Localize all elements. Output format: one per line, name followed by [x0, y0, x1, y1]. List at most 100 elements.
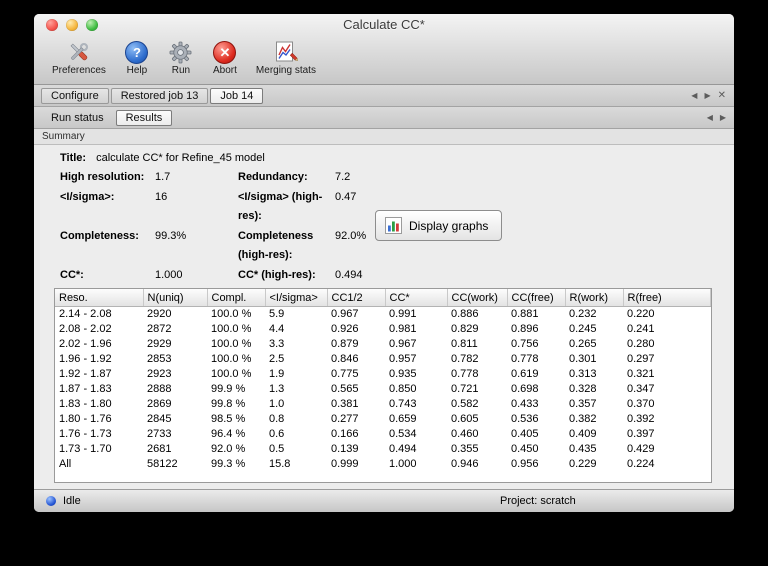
table-cell: 1.92 - 1.87 — [59, 368, 112, 380]
table-row[interactable]: All 58122 99.3 % 15.8 0.999 1.000 0.946 0.956 0.… — [55, 457, 711, 472]
display-graphs-label: Display graphs — [409, 218, 489, 233]
abort-button[interactable]: ✕ Abort — [208, 39, 242, 76]
results-table-header-row: Reso. N(uniq) Compl. <I/sigma> CC1/2 CC* CC(wo… — [55, 289, 711, 307]
desktop-background: Calculate CC* Preferences ? Help Run ✕ A… — [0, 0, 768, 566]
subtab-scroll-right-icon[interactable]: ▶ — [720, 113, 726, 122]
table-cell: 0.166 — [331, 428, 359, 440]
table-cell: 0.756 — [511, 338, 539, 350]
table-cell: 3.3 — [269, 338, 285, 350]
table-cell: 0.967 — [331, 308, 359, 320]
abort-glyph: ✕ — [213, 40, 237, 64]
column-header[interactable]: Compl. — [207, 289, 266, 307]
table-cell: 0.232 — [569, 308, 597, 320]
summary-value: 7.2 — [335, 171, 351, 183]
run-button[interactable]: Run — [164, 39, 198, 76]
table-row[interactable]: 1.76 - 1.73 2733 96.4 % 0.6 0.166 0.534 0.460 0… — [55, 427, 711, 442]
result-tab-controls: ◀ ▶ — [707, 113, 728, 122]
abort-icon: ✕ — [212, 39, 238, 65]
results-panel: Title: calculate CC* for Refine_45 model … — [34, 145, 734, 489]
tab-results[interactable]: Results — [115, 109, 173, 126]
table-cell: 98.5 % — [211, 413, 246, 425]
close-button[interactable] — [46, 19, 58, 31]
table-cell: 0.405 — [511, 428, 539, 440]
table-cell: 0.220 — [627, 308, 655, 320]
table-row[interactable]: 2.08 - 2.02 2872 100.0 % 4.4 0.926 0.981 0.829… — [55, 322, 711, 337]
summary-label: CC* (high-res): — [238, 268, 316, 281]
tab-restored-job-13[interactable]: Restored job 13 — [110, 87, 209, 104]
table-cell: 96.4 % — [211, 428, 246, 440]
table-cell: 0.429 — [627, 443, 655, 455]
zoom-button[interactable] — [86, 19, 98, 31]
table-cell: 0.981 — [389, 323, 417, 335]
results-table-container[interactable]: Reso. N(uniq) Compl. <I/sigma> CC1/2 CC* CC(wo… — [54, 288, 712, 483]
table-cell: 1.80 - 1.76 — [59, 413, 112, 425]
table-row[interactable]: 2.02 - 1.96 2929 100.0 % 3.3 0.879 0.967 0.811… — [55, 337, 711, 352]
table-cell: 0.241 — [627, 323, 655, 335]
table-cell: 0.245 — [569, 323, 597, 335]
summary-label: <I/sigma>: — [60, 190, 115, 203]
table-cell: 0.879 — [331, 338, 359, 350]
summary-label: Completeness: — [60, 229, 139, 242]
merging-stats-button[interactable]: Merging stats — [252, 39, 320, 76]
minimize-button[interactable] — [66, 19, 78, 31]
table-cell: 0.957 — [389, 353, 417, 365]
tab-scroll-right-icon[interactable]: ▶ — [704, 91, 710, 100]
merging-stats-label: Merging stats — [255, 65, 316, 76]
run-label: Run — [171, 65, 191, 76]
table-cell: 0.743 — [389, 398, 417, 410]
table-cell: 1.000 — [389, 458, 417, 470]
summary-value: 99.3% — [155, 229, 187, 242]
table-row[interactable]: 2.14 - 2.08 2920 100.0 % 5.9 0.967 0.991 0.886… — [55, 307, 711, 323]
column-header[interactable]: <I/sigma> — [265, 289, 328, 307]
table-cell: 0.435 — [569, 443, 597, 455]
table-cell: 2920 — [147, 308, 172, 320]
table-cell: 0.277 — [331, 413, 359, 425]
table-cell: 1.3 — [269, 383, 285, 395]
table-cell: 92.0 % — [211, 443, 246, 455]
title-bar[interactable]: Calculate CC* — [34, 14, 734, 36]
run-gear-icon — [168, 39, 194, 65]
summary-title-label: Title: — [60, 152, 87, 164]
column-header[interactable]: N(uniq) — [143, 289, 208, 307]
summary-label: <I/sigma> (high-res): — [238, 190, 323, 223]
table-cell: 5.9 — [269, 308, 285, 320]
summary-value: 1.7 — [155, 171, 171, 183]
tab-run-status[interactable]: Run status — [41, 110, 114, 126]
column-header[interactable]: CC(work) — [447, 289, 508, 307]
table-cell: 99.3 % — [211, 458, 246, 470]
column-header[interactable]: R(work) — [565, 289, 624, 307]
column-header[interactable]: R(free) — [623, 289, 711, 307]
help-button[interactable]: ? Help — [120, 39, 154, 76]
table-row[interactable]: 1.87 - 1.83 2888 99.9 % 1.3 0.565 0.850 0.721 0… — [55, 382, 711, 397]
table-cell: 1.76 - 1.73 — [59, 428, 112, 440]
tab-scroll-left-icon[interactable]: ◀ — [691, 91, 697, 100]
tab-job-14[interactable]: Job 14 — [210, 87, 264, 104]
table-cell: 0.370 — [627, 398, 655, 410]
table-cell: 99.9 % — [211, 383, 246, 395]
column-header[interactable]: CC(free) — [507, 289, 566, 307]
column-header[interactable]: CC* — [385, 289, 448, 307]
column-header[interactable]: CC1/2 — [327, 289, 386, 307]
tab-configure[interactable]: Configure — [41, 87, 109, 104]
subtab-scroll-left-icon[interactable]: ◀ — [707, 113, 713, 122]
display-graphs-button[interactable]: Display graphs — [375, 210, 503, 241]
table-cell: 4.4 — [269, 323, 285, 335]
tab-close-icon[interactable]: ✕ — [718, 90, 726, 101]
table-cell: 99.8 % — [211, 398, 246, 410]
table-row[interactable]: 1.96 - 1.92 2853 100.0 % 2.5 0.846 0.957 0.782… — [55, 352, 711, 367]
table-cell: 1.0 — [269, 398, 285, 410]
table-row[interactable]: 1.80 - 1.76 2845 98.5 % 0.8 0.277 0.659 0.605 0… — [55, 412, 711, 427]
status-text: Idle — [63, 495, 81, 507]
summary-title-row: Title: calculate CC* for Refine_45 model — [60, 149, 734, 168]
table-cell: 0.967 — [389, 338, 417, 350]
table-row[interactable]: 1.92 - 1.87 2923 100.0 % 1.9 0.775 0.935 0.778… — [55, 367, 711, 382]
preferences-button[interactable]: Preferences — [48, 39, 110, 76]
table-row[interactable]: 1.73 - 1.70 2681 92.0 % 0.5 0.139 0.494 0.355 0… — [55, 442, 711, 457]
table-cell: 0.886 — [451, 308, 479, 320]
results-table-body: 2.14 - 2.08 2920 100.0 % 5.9 0.967 0.991 0.886… — [55, 307, 711, 473]
table-row[interactable]: 1.83 - 1.80 2869 99.8 % 1.0 0.381 0.743 0.582 0… — [55, 397, 711, 412]
table-cell: 1.87 - 1.83 — [59, 383, 112, 395]
table-cell: 0.139 — [331, 443, 359, 455]
column-header[interactable]: Reso. — [55, 289, 144, 307]
table-cell: 0.355 — [451, 443, 479, 455]
